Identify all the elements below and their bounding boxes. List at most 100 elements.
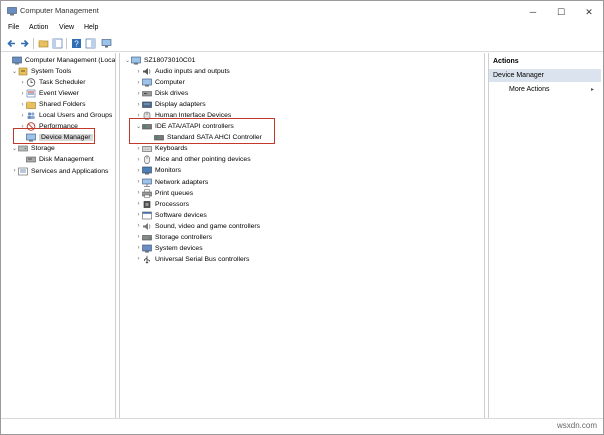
up-level-button[interactable] — [38, 38, 49, 49]
tree-item-label: Device Manager — [39, 134, 93, 142]
device-category-universal-serial-bus-controllers[interactable]: › Universal Serial Bus controllers — [135, 254, 249, 265]
maximize-button[interactable]: ☐ — [547, 1, 575, 23]
device-category-sound-video-and-game-controllers[interactable]: › Sound, video and game controllers — [135, 221, 260, 232]
actions-section-label: Device Manager — [493, 72, 544, 79]
expand-chevron-icon[interactable]: › — [135, 212, 142, 218]
tree-item-label: Performance — [39, 123, 78, 131]
device-category-storage-controllers[interactable]: › Storage controllers — [135, 232, 213, 243]
device-category-system-devices[interactable]: › System devices — [135, 243, 203, 254]
expand-chevron-icon[interactable]: › — [19, 124, 26, 130]
console-tree-item-services-and-applications[interactable]: › Services and Applications — [11, 166, 108, 177]
expand-chevron-icon[interactable]: › — [19, 91, 26, 97]
collapse-chevron-icon[interactable]: ⌄ — [124, 57, 131, 64]
console-tree-item-shared-folders[interactable]: › Shared Folders — [19, 99, 85, 110]
back-button[interactable] — [6, 38, 17, 49]
device-category-keyboards[interactable]: › Keyboards — [135, 143, 188, 154]
tree-item-label: Network adapters — [155, 178, 209, 186]
device-category-audio-inputs-and-outputs[interactable]: › Audio inputs and outputs — [135, 66, 230, 77]
expand-chevron-icon[interactable]: › — [135, 256, 142, 262]
device-category-monitors[interactable]: › Monitors — [135, 165, 181, 176]
console-tree-item-storage[interactable]: ⌄ Storage — [11, 143, 55, 154]
menu-file[interactable]: File — [8, 24, 19, 31]
expand-chevron-icon[interactable]: › — [135, 69, 142, 75]
back-arrow-icon — [7, 39, 15, 48]
device-tree-root[interactable]: ⌄ SZ18073010C01 — [124, 55, 195, 66]
disk-drive-icon — [142, 89, 152, 98]
expand-chevron-icon[interactable]: › — [135, 234, 142, 240]
mouse-icon — [142, 155, 152, 165]
console-tree-item-task-scheduler[interactable]: › Task Scheduler — [19, 77, 85, 88]
toolbar-separator — [33, 38, 34, 49]
expand-chevron-icon[interactable]: › — [135, 201, 142, 207]
usb-icon — [142, 255, 152, 264]
tree-item-label: Processors — [155, 200, 189, 208]
minimize-button[interactable]: ─ — [519, 1, 547, 23]
tree-item-label: Print queues — [155, 189, 194, 197]
device-category-software-devices[interactable]: › Software devices — [135, 210, 207, 221]
device-category-ide-ata-atapi-controllers[interactable]: ⌄ IDE ATA/ATAPI controllers — [135, 121, 234, 132]
tree-item-label: System devices — [155, 244, 203, 252]
menu-action[interactable]: Action — [29, 24, 48, 31]
device-category-network-adapters[interactable]: › Network adapters — [135, 177, 208, 188]
console-tree-item-computer-management-local[interactable]: Computer Management (Local) — [5, 55, 115, 66]
expand-chevron-icon[interactable]: › — [135, 179, 142, 185]
expand-chevron-icon[interactable]: › — [135, 223, 142, 229]
console-tree-item-performance[interactable]: › Performance — [19, 121, 78, 132]
console-tree-item-disk-management[interactable]: Disk Management — [19, 154, 94, 165]
expand-chevron-icon[interactable]: › — [19, 102, 26, 108]
expand-chevron-icon[interactable]: › — [135, 80, 142, 86]
device-category-print-queues[interactable]: › Print queues — [135, 188, 193, 199]
expand-chevron-icon[interactable]: › — [135, 168, 142, 174]
display-icon — [142, 100, 152, 109]
console-tree-item-device-manager[interactable]: Device Manager — [19, 132, 93, 143]
expand-chevron-icon[interactable]: › — [135, 102, 142, 108]
computer-management-app-icon — [7, 7, 17, 16]
close-button[interactable]: ✕ — [575, 1, 603, 23]
speaker-icon — [142, 67, 152, 76]
device-category-human-interface-devices[interactable]: › Human Interface Devices — [135, 110, 231, 121]
device-category-mice-and-other-pointing-devices[interactable]: › Mice and other pointing devices — [135, 154, 251, 165]
menu-help[interactable]: Help — [84, 24, 98, 31]
help-button[interactable]: ? — [71, 38, 82, 49]
console-tree-item-system-tools[interactable]: ⌄ System Tools — [11, 66, 71, 77]
device-category-display-adapters[interactable]: › Display adapters — [135, 99, 206, 110]
forward-button[interactable] — [19, 38, 30, 49]
expand-chevron-icon[interactable]: › — [135, 113, 142, 119]
console-tree-icon — [52, 38, 63, 49]
tree-item-label: Human Interface Devices — [155, 112, 232, 120]
device-category-standard-sata-ahci-controller[interactable]: Standard SATA AHCI Controller — [147, 132, 262, 143]
tools-icon — [18, 67, 28, 76]
scan-hardware-button[interactable] — [101, 38, 112, 49]
toolbar-separator — [66, 38, 67, 49]
menu-view[interactable]: View — [59, 24, 74, 31]
expand-chevron-icon[interactable]: › — [135, 157, 142, 163]
show-hide-console-tree-button[interactable] — [52, 38, 63, 49]
device-category-processors[interactable]: › Processors — [135, 199, 190, 210]
monitor-icon — [142, 166, 152, 175]
more-actions-link[interactable]: More Actions — [509, 86, 549, 93]
computer-icon — [131, 56, 141, 65]
event-viewer-icon — [26, 89, 36, 98]
tree-item-label: Monitors — [155, 167, 182, 175]
minimize-icon: ─ — [529, 7, 537, 17]
tree-item-label: SZ18073010C01 — [144, 57, 196, 64]
device-category-computer[interactable]: › Computer — [135, 77, 185, 88]
device-category-disk-drives[interactable]: › Disk drives — [135, 88, 189, 99]
properties-button[interactable] — [85, 38, 96, 49]
expand-chevron-icon[interactable]: › — [11, 168, 18, 174]
tree-item-label: Universal Serial Bus controllers — [155, 255, 250, 263]
actions-section-device-manager[interactable]: Device Manager — [489, 69, 601, 82]
collapse-chevron-icon[interactable]: ⌄ — [11, 145, 18, 152]
console-tree-item-local-users-and-groups[interactable]: › Local Users and Groups — [19, 110, 112, 121]
expand-chevron-icon[interactable]: › — [135, 146, 142, 152]
toolbar: ? — [1, 35, 603, 52]
software-icon — [142, 211, 152, 220]
collapse-chevron-icon[interactable]: ⌄ — [135, 123, 142, 130]
expand-chevron-icon[interactable]: › — [135, 91, 142, 97]
collapse-chevron-icon[interactable]: ⌄ — [11, 68, 18, 75]
expand-chevron-icon[interactable]: › — [135, 190, 142, 196]
console-tree-item-event-viewer[interactable]: › Event Viewer — [19, 88, 79, 99]
expand-chevron-icon[interactable]: › — [19, 113, 26, 119]
expand-chevron-icon[interactable]: › — [19, 80, 26, 86]
expand-chevron-icon[interactable]: › — [135, 245, 142, 251]
